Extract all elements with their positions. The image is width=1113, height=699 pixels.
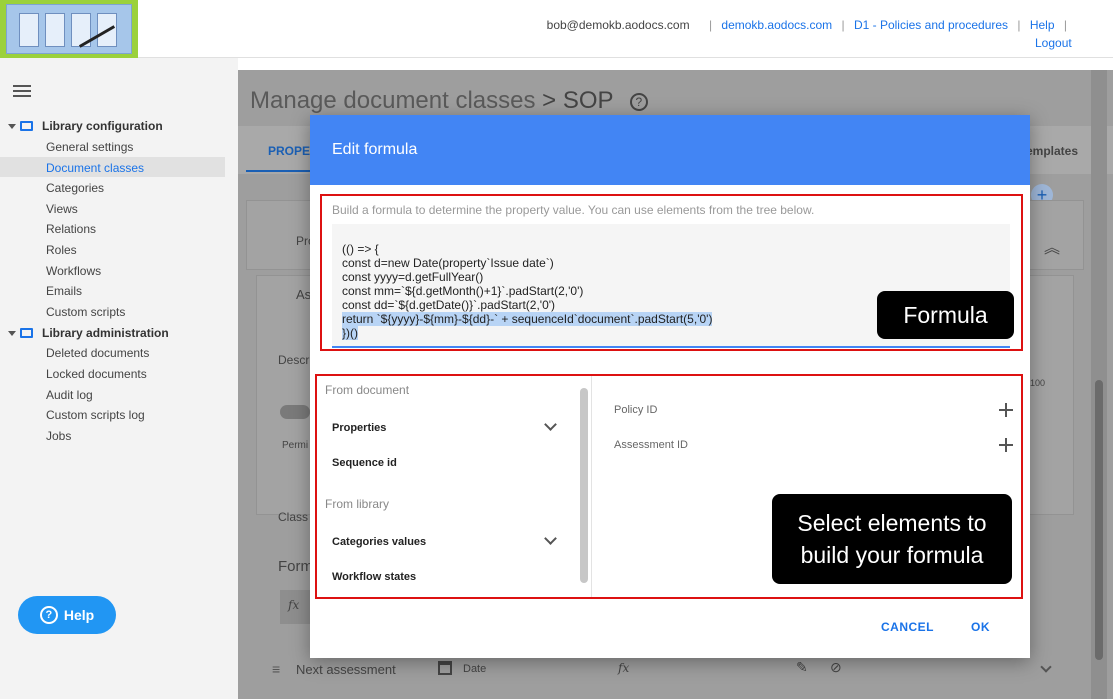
- sidebar-item-custom-scripts[interactable]: Custom scripts: [46, 305, 125, 319]
- visibility-off-icon[interactable]: ⊘: [830, 659, 842, 676]
- sidebar-item-emails[interactable]: Emails: [46, 284, 82, 298]
- help-button[interactable]: ? Help: [18, 596, 116, 634]
- fx-icon: fx: [618, 661, 630, 675]
- domain-link[interactable]: demokb.aodocs.com: [721, 18, 832, 32]
- sidebar-item-views[interactable]: Views: [46, 202, 78, 216]
- sidebar-item-general-settings[interactable]: General settings: [46, 140, 133, 154]
- top-bar: bob@demokb.aodocs.com | demokb.aodocs.co…: [0, 0, 1113, 58]
- sidebar-item-document-classes[interactable]: Document classes: [46, 161, 144, 175]
- question-icon: ?: [39, 606, 58, 624]
- bg-text: 100: [1030, 378, 1046, 388]
- elements-tree: From document Properties Sequence id Fro…: [317, 376, 592, 597]
- help-circle-icon: ?: [629, 92, 648, 111]
- code-line-selected: return `${yyyy}-${mm}-${dd}-` + sequence…: [342, 312, 713, 326]
- toggle-switch[interactable]: [280, 405, 310, 419]
- tree-group-from-library: From library: [325, 497, 390, 511]
- tree-item-sequence-id[interactable]: Sequence id: [332, 457, 397, 469]
- active-tab-underline: [246, 170, 316, 172]
- property-name: Next assessment: [296, 662, 396, 677]
- tree-item-categories-values[interactable]: Categories values: [332, 536, 426, 548]
- help-link[interactable]: Help: [1030, 18, 1055, 32]
- folder-icon: [20, 121, 33, 131]
- tree-item-properties[interactable]: Properties: [332, 422, 386, 434]
- code-line: const yyyy=d.getFullYear(): [342, 270, 484, 284]
- calendar-icon: [438, 661, 452, 675]
- tree-item-workflow-states[interactable]: Workflow states: [332, 571, 416, 583]
- property-type: Date: [463, 663, 487, 675]
- sidebar-item-audit-log[interactable]: Audit log: [46, 388, 93, 402]
- tab-templates[interactable]: emplates: [1026, 144, 1078, 158]
- bg-text: Descr: [278, 353, 310, 367]
- logo-image: [6, 4, 132, 54]
- bg-text: As: [296, 287, 312, 302]
- folder-icon: [20, 328, 33, 338]
- formula-hint: Build a formula to determine the propert…: [332, 203, 815, 217]
- section-library-configuration[interactable]: Library configuration: [8, 119, 163, 133]
- sidebar-item-roles[interactable]: Roles: [46, 243, 77, 257]
- property-row: ≡ Next assessment Date fx ✎ ⊘: [258, 655, 1070, 685]
- sidebar-item-categories[interactable]: Categories: [46, 181, 104, 195]
- chevron-down-icon[interactable]: [544, 418, 557, 431]
- property-policy-id: Policy ID: [614, 404, 658, 416]
- drag-handle-icon[interactable]: ≡: [272, 661, 280, 677]
- sidebar-item-locked-documents[interactable]: Locked documents: [46, 367, 147, 381]
- property-assessment-id: Assessment ID: [614, 439, 688, 451]
- formula-section: Build a formula to determine the propert…: [320, 194, 1023, 351]
- menu-icon[interactable]: [13, 85, 31, 100]
- section-library-administration[interactable]: Library administration: [8, 326, 169, 340]
- fx-icon: fx: [280, 590, 310, 624]
- chevron-down-icon[interactable]: [1040, 661, 1052, 673]
- tree-scrollbar[interactable]: [580, 388, 588, 583]
- dialog-title: Edit formula: [310, 115, 1030, 185]
- tree-group-from-document: From document: [325, 383, 410, 397]
- page-title: Manage document classes > SOP ?: [250, 87, 648, 115]
- formula-callout: Formula: [877, 291, 1014, 339]
- sidebar-item-deleted-documents[interactable]: Deleted documents: [46, 346, 149, 360]
- bg-text: Class: [278, 510, 309, 524]
- elements-section: From document Properties Sequence id Fro…: [315, 374, 1023, 599]
- code-line: const d=new Date(property`Issue date`): [342, 256, 554, 270]
- caret-down-icon: [8, 123, 16, 129]
- edit-off-icon[interactable]: ✎: [796, 659, 808, 676]
- cancel-button[interactable]: CANCEL: [881, 620, 934, 634]
- code-line: (() => {: [342, 242, 379, 256]
- user-email: bob@demokb.aodocs.com: [546, 18, 690, 32]
- edit-formula-dialog: Edit formula Build a formula to determin…: [310, 115, 1030, 658]
- ok-button[interactable]: OK: [971, 620, 990, 634]
- chevron-down-icon[interactable]: [544, 532, 557, 545]
- collapse-icon[interactable]: ︽: [1044, 234, 1060, 258]
- sidebar-item-relations[interactable]: Relations: [46, 222, 96, 236]
- library-link[interactable]: D1 - Policies and procedures: [854, 18, 1008, 32]
- add-assessment-id-icon[interactable]: [999, 438, 1013, 452]
- add-policy-id-icon[interactable]: [999, 403, 1013, 417]
- sidebar-item-custom-scripts-log[interactable]: Custom scripts log: [46, 408, 145, 422]
- page-scrollbar-thumb[interactable]: [1095, 380, 1103, 660]
- bg-text: Form: [278, 558, 313, 575]
- caret-down-icon: [8, 330, 16, 336]
- bg-text: Permi: [282, 440, 309, 451]
- header-links: bob@demokb.aodocs.com | demokb.aodocs.co…: [546, 18, 1067, 32]
- logout-link[interactable]: Logout: [1035, 36, 1072, 50]
- sidebar-item-jobs[interactable]: Jobs: [46, 429, 71, 443]
- sidebar-item-workflows[interactable]: Workflows: [46, 264, 101, 278]
- elements-callout: Select elements to build your formula: [772, 494, 1012, 584]
- code-line-selected: })(): [342, 326, 358, 340]
- app-logo[interactable]: [0, 0, 138, 58]
